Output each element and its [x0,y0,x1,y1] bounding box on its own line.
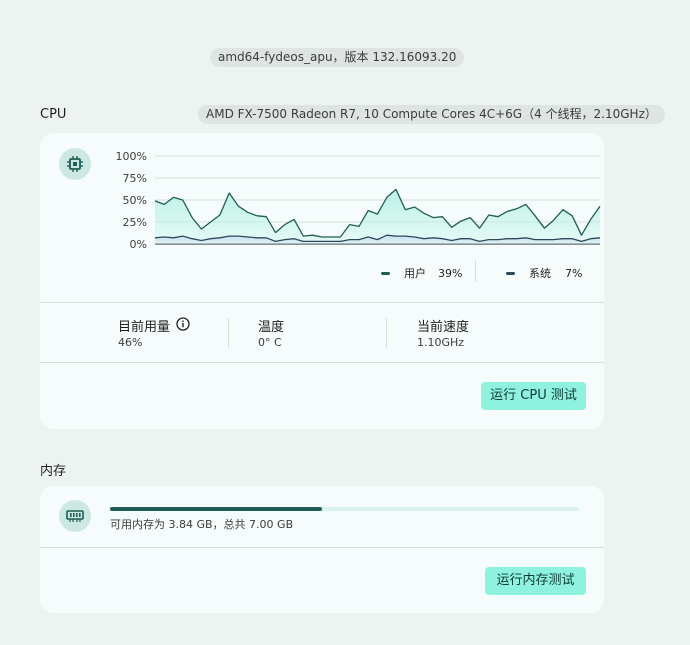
y-tick-label: 75% [123,172,147,185]
legend-user: 用户 39% [381,265,462,281]
legend-system-swatch [506,271,515,275]
cpu-section-label: CPU [40,107,67,122]
usage-stat-title: 目前用量 [118,316,190,335]
info-icon[interactable] [176,316,190,335]
y-tick-label: 25% [123,216,147,229]
memory-section-label: 内存 [40,464,67,479]
user-series-area [155,189,600,244]
cpu-usage-chart: 100% 75% 50% 25% 0% [116,150,601,251]
legend-system-value: 7% [565,266,583,280]
memory-card: 可用内存为 3.84 GB，总共 7.00 GB 运行内存测试 [40,486,604,613]
memory-chip-icon [59,500,91,532]
memory-usage-fill [110,507,322,511]
usage-value: 46% [118,336,143,349]
memory-divider [40,547,604,548]
legend-user-value: 39% [438,266,463,280]
run-memory-test-button[interactable]: 运行内存测试 [485,567,586,595]
memory-usage-bar [110,507,579,511]
speed-label: 当前速度 [417,320,470,335]
stat-divider-1 [228,318,229,348]
legend-system: 系统 7% [506,265,582,281]
speed-value: 1.10GHz [417,336,465,349]
cpu-divider-top [40,302,604,303]
legend-user-label: 用户 [404,267,426,280]
version-chip: amd64-fydeos_apu，版本 132.16093.20 [210,48,465,67]
legend-divider [475,260,476,282]
usage-label: 目前用量 [118,320,171,335]
memory-description: 可用内存为 3.84 GB，总共 7.00 GB [110,518,294,531]
stat-divider-2 [386,318,387,348]
run-cpu-test-button[interactable]: 运行 CPU 测试 [481,382,586,410]
temp-value: 0° C [258,336,282,349]
cpu-model-chip: AMD FX-7500 Radeon R7, 10 Compute Cores … [198,105,665,124]
cpu-divider-bottom [40,362,604,363]
y-tick-label: 100% [116,150,147,163]
y-tick-label: 50% [123,194,147,207]
temp-label: 温度 [258,320,285,335]
legend-system-label: 系统 [529,267,551,280]
cpu-card: 100% 75% 50% 25% 0% 用户 39% 系统 7% 目前用量 46% 温度… [40,133,604,429]
y-tick-label: 0% [130,238,147,251]
legend-user-swatch [381,271,390,275]
